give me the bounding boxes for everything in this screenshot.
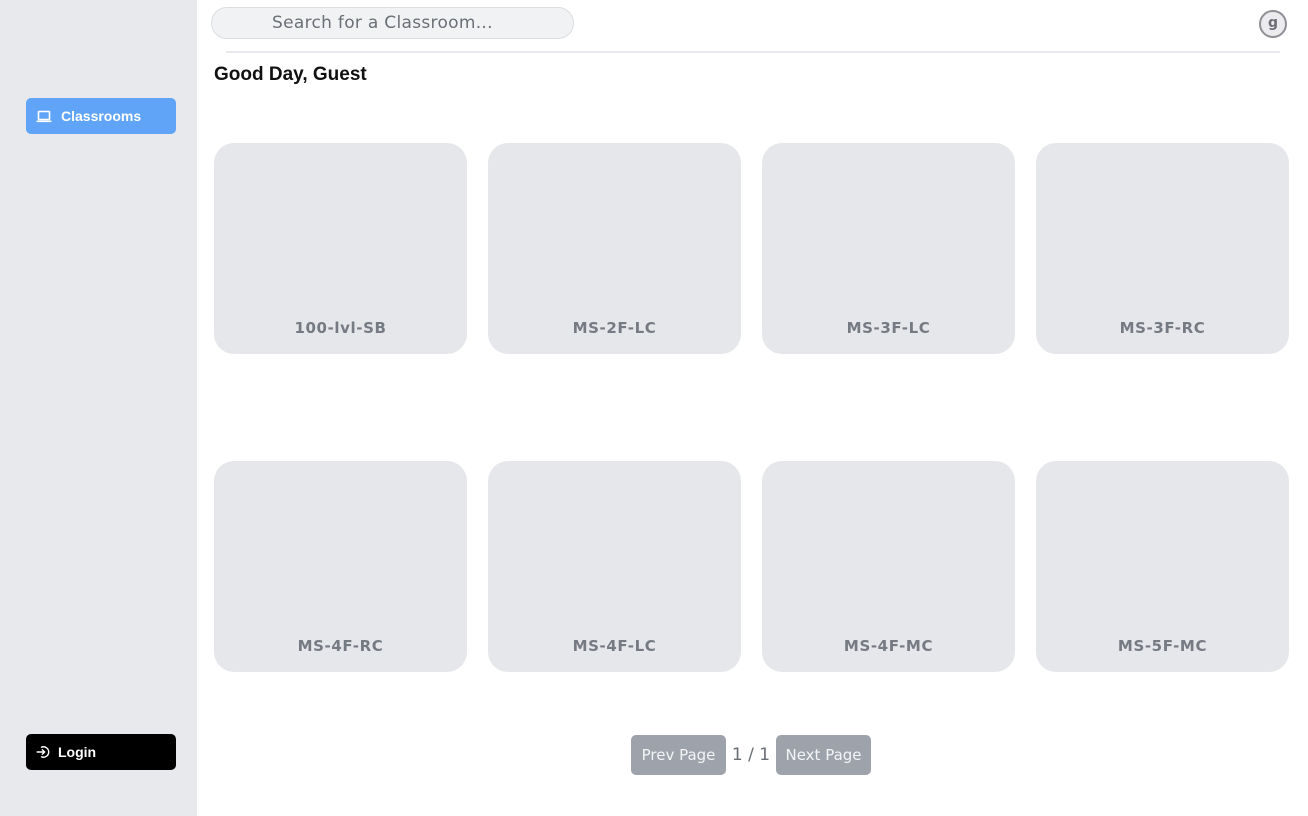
- classroom-card[interactable]: MS-4F-MC: [762, 461, 1015, 672]
- classroom-card-label: MS-5F-MC: [1117, 637, 1208, 655]
- classroom-card-label: MS-3F-LC: [846, 319, 931, 337]
- classroom-card[interactable]: 100-lvl-SB: [214, 143, 467, 354]
- search-input[interactable]: [211, 7, 574, 39]
- user-avatar[interactable]: g: [1259, 10, 1287, 38]
- classroom-card[interactable]: MS-5F-MC: [1036, 461, 1289, 672]
- prev-page-button[interactable]: Prev Page: [631, 735, 726, 775]
- login-button[interactable]: Login: [26, 734, 176, 770]
- greeting-heading: Good Day, Guest: [214, 64, 367, 85]
- classroom-card-label: MS-3F-RC: [1119, 319, 1206, 337]
- page-indicator: 1 / 1: [731, 745, 771, 765]
- classroom-card-label: MS-4F-MC: [843, 637, 934, 655]
- pagination: Prev Page 1 / 1 Next Page: [631, 735, 871, 775]
- header-divider: [226, 51, 1280, 53]
- next-page-button[interactable]: Next Page: [776, 735, 871, 775]
- classroom-card-label: MS-2F-LC: [572, 319, 657, 337]
- sidebar-item-label: Classrooms: [61, 108, 142, 124]
- sidebar: Classrooms Login: [0, 0, 197, 816]
- classroom-grid: 100-lvl-SB MS-2F-LC MS-3F-LC MS-3F-RC MS…: [214, 143, 1291, 672]
- laptop-icon: [36, 109, 52, 123]
- classroom-card-label: MS-4F-RC: [297, 637, 384, 655]
- classroom-card-label: 100-lvl-SB: [294, 319, 387, 337]
- classroom-card[interactable]: MS-4F-LC: [488, 461, 741, 672]
- login-label: Login: [58, 744, 97, 760]
- classroom-card[interactable]: MS-4F-RC: [214, 461, 467, 672]
- app-root: Classrooms Login g Good Day, Guest 100-l…: [0, 0, 1308, 816]
- classroom-card[interactable]: MS-3F-LC: [762, 143, 1015, 354]
- classroom-card[interactable]: MS-2F-LC: [488, 143, 741, 354]
- login-icon: [36, 745, 50, 759]
- classroom-card-label: MS-4F-LC: [572, 637, 657, 655]
- sidebar-item-classrooms[interactable]: Classrooms: [26, 98, 176, 134]
- classroom-card[interactable]: MS-3F-RC: [1036, 143, 1289, 354]
